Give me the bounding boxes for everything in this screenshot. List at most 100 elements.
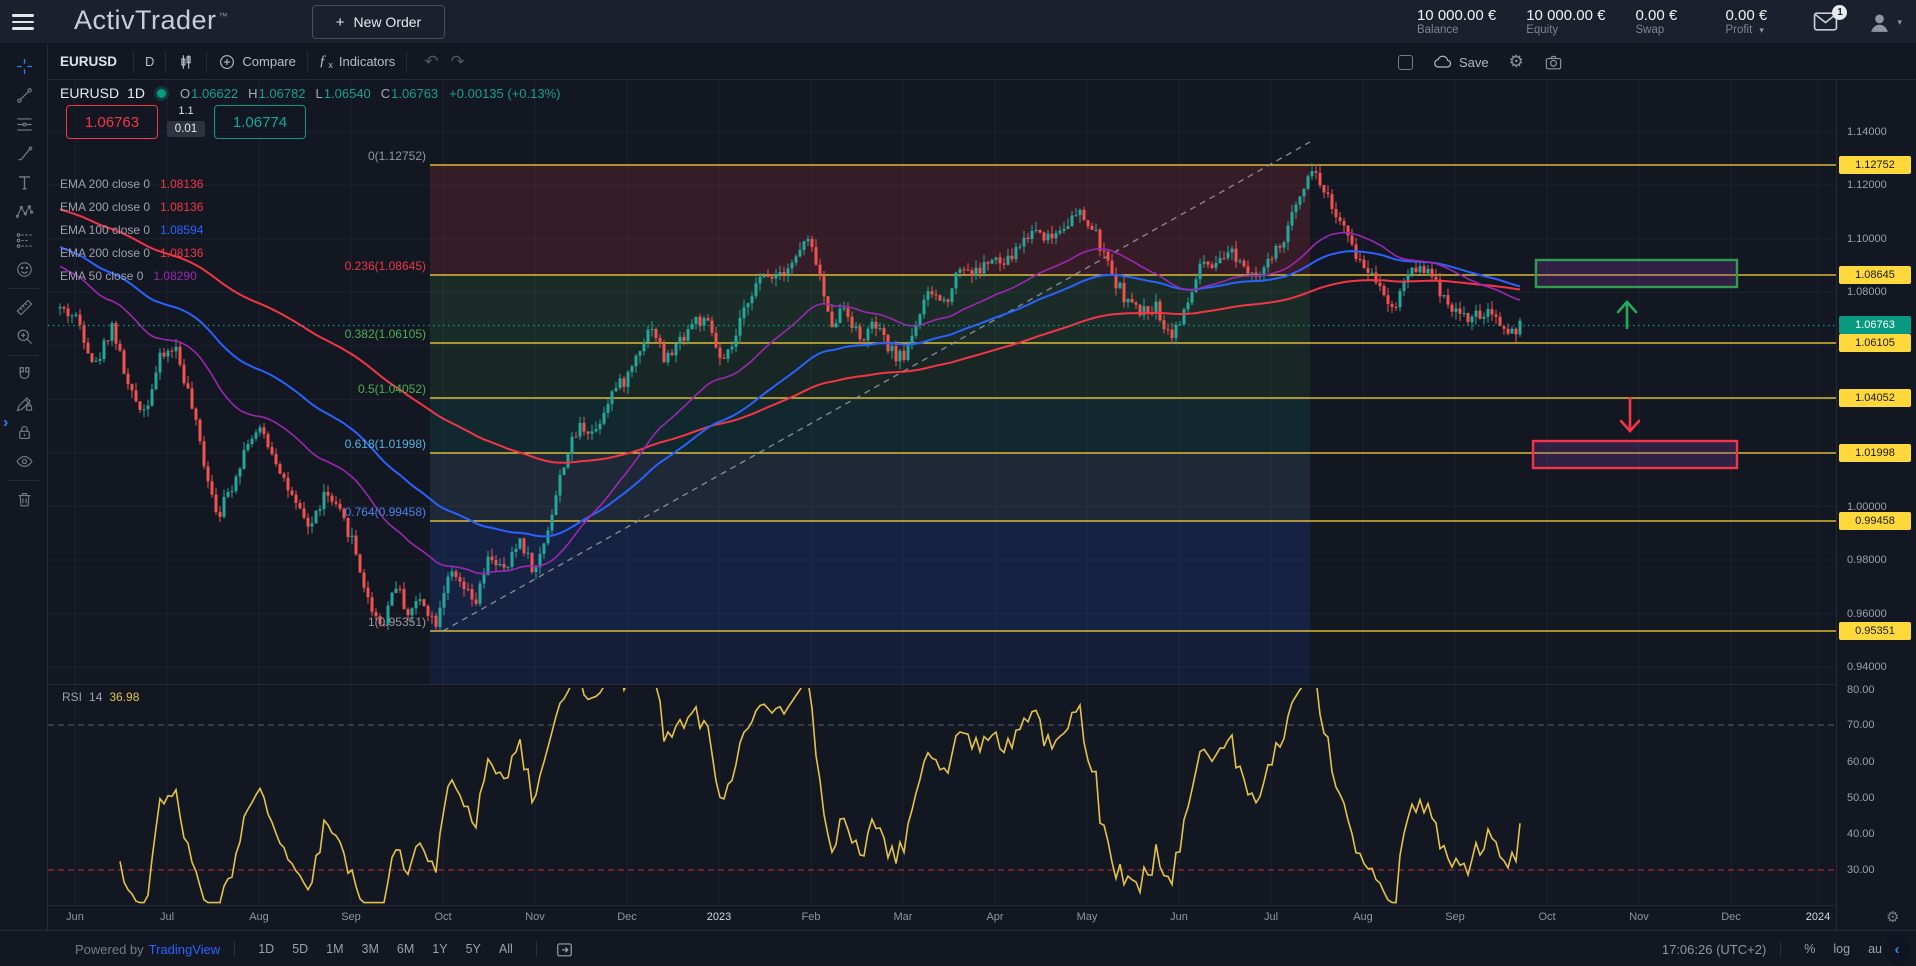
auto-scale-button[interactable]: au bbox=[1859, 942, 1884, 956]
layout-box-icon[interactable] bbox=[1398, 55, 1413, 70]
log-scale-button[interactable]: log bbox=[1824, 942, 1859, 956]
time-tick-label: Aug bbox=[1353, 911, 1373, 923]
drawing-toolbar bbox=[0, 44, 48, 930]
forecast-icon[interactable] bbox=[0, 226, 48, 255]
tradingview-link[interactable]: TradingView bbox=[149, 942, 221, 957]
time-tick-label: Jun bbox=[66, 911, 84, 923]
hide-all-icon[interactable] bbox=[0, 447, 48, 476]
time-tick-label: Apr bbox=[986, 911, 1003, 923]
price-axis[interactable]: 1.140001.120001.100001.080001.000000.980… bbox=[1836, 80, 1916, 930]
user-avatar[interactable]: ▾ bbox=[1867, 10, 1902, 35]
measure-ruler-icon[interactable] bbox=[0, 293, 48, 322]
indicator-legend-row[interactable]: EMA 100 close 01.08594 bbox=[60, 218, 203, 241]
indicator-legend-row[interactable]: EMA 200 close 01.08136 bbox=[60, 195, 203, 218]
account-profit[interactable]: 0.00 €Profit▾ bbox=[1725, 7, 1785, 37]
toolbar-divider bbox=[8, 355, 39, 356]
powered-by-label: Powered by bbox=[75, 942, 144, 957]
text-icon[interactable] bbox=[0, 168, 48, 197]
range-button-5y[interactable]: 5Y bbox=[457, 942, 490, 956]
ohlc-item: O1.06622 bbox=[180, 86, 238, 101]
rsi-legend[interactable]: RSI 14 36.98 bbox=[62, 690, 139, 704]
time-tick-label: Jul bbox=[160, 911, 174, 923]
ohlc-values: O1.06622H1.06782L1.06540C1.06763+0.00135… bbox=[180, 86, 560, 101]
account-balance: 10 000.00 €Balance bbox=[1417, 7, 1496, 37]
chart-style-button[interactable] bbox=[177, 53, 195, 71]
mail-count-badge: 1 bbox=[1832, 5, 1847, 20]
time-tick-label: Nov bbox=[525, 911, 545, 923]
fib-level-label: 0.236(1.08645) bbox=[345, 258, 426, 274]
spread-indicator: 1.1 0.01 bbox=[161, 105, 211, 137]
range-button-1m[interactable]: 1M bbox=[317, 942, 352, 956]
time-tick-label: Aug bbox=[249, 911, 269, 923]
fib-price-badge: 1.01998 bbox=[1839, 444, 1911, 462]
fib-retracement-icon[interactable] bbox=[0, 110, 48, 139]
xabcd-pattern-icon[interactable] bbox=[0, 197, 48, 226]
range-buttons: 1D5D1M3M6M1Y5YAll bbox=[249, 942, 522, 956]
top-bar: ActivTrader™ +New Order 10 000.00 €Balan… bbox=[0, 0, 1916, 44]
time-tick-label: 2024 bbox=[1806, 911, 1830, 923]
zoom-in-icon[interactable] bbox=[0, 322, 48, 351]
buy-price-button[interactable]: 1.06774 bbox=[214, 105, 306, 139]
indicator-legend: EMA 200 close 01.08136EMA 200 close 01.0… bbox=[60, 172, 203, 287]
time-tick-label: Nov bbox=[1629, 911, 1649, 923]
range-button-6m[interactable]: 6M bbox=[388, 942, 423, 956]
indicator-legend-row[interactable]: EMA 200 close 01.08136 bbox=[60, 172, 203, 195]
new-order-button[interactable]: +New Order bbox=[312, 5, 445, 39]
clock[interactable]: 17:06:26 (UTC+2) bbox=[1662, 942, 1766, 957]
sell-price-button[interactable]: 1.06763 bbox=[66, 105, 158, 139]
undo-icon[interactable]: ↶ bbox=[418, 52, 444, 72]
chart-toolbar: EURUSD D Compare ƒx Indicators ↶ ↷ Save bbox=[48, 44, 1916, 80]
brush-icon[interactable] bbox=[0, 139, 48, 168]
range-button-1y[interactable]: 1Y bbox=[423, 942, 456, 956]
fib-level-label: 0(1.12752) bbox=[368, 148, 426, 164]
toolbar-divider bbox=[8, 480, 39, 481]
indicators-button[interactable]: ƒx Indicators bbox=[319, 53, 395, 70]
time-tick-label: Sep bbox=[341, 911, 361, 923]
emoji-icon[interactable] bbox=[0, 255, 48, 284]
range-button-1d[interactable]: 1D bbox=[249, 942, 283, 956]
time-axis[interactable]: JunJulAugSepOctNovDec2023FebMarAprMayJun… bbox=[48, 905, 1836, 930]
magnet-icon[interactable] bbox=[0, 360, 48, 389]
fib-level-label: 0.5(1.04052) bbox=[358, 381, 426, 397]
time-tick-label: Sep bbox=[1445, 911, 1465, 923]
trend-line-icon[interactable] bbox=[0, 81, 48, 110]
symbol-button[interactable]: EURUSD bbox=[60, 54, 122, 69]
save-button[interactable]: Save bbox=[1433, 52, 1489, 72]
account-swap: 0.00 €Swap bbox=[1635, 7, 1695, 37]
indicator-legend-row[interactable]: EMA 50 close 01.08290 bbox=[60, 264, 203, 287]
toolbar-divider bbox=[8, 288, 39, 289]
menu-icon[interactable] bbox=[12, 14, 34, 31]
market-status-dot bbox=[157, 89, 166, 98]
chevron-down-icon: ▾ bbox=[1759, 25, 1764, 35]
ohlc-item: +0.00135 (+0.13%) bbox=[448, 86, 560, 101]
fib-price-badge: 1.04052 bbox=[1839, 389, 1911, 407]
mail-icon[interactable]: 1 bbox=[1813, 11, 1839, 33]
redo-icon[interactable]: ↷ bbox=[444, 52, 470, 72]
price-tick-label: 0.96000 bbox=[1847, 608, 1887, 620]
fib-price-badge: 0.99458 bbox=[1839, 512, 1911, 530]
ohlc-item: L1.06540 bbox=[316, 86, 371, 101]
percent-scale-button[interactable]: % bbox=[1795, 942, 1824, 956]
price-chart[interactable] bbox=[0, 0, 1916, 966]
range-button-3m[interactable]: 3M bbox=[353, 942, 388, 956]
screenshot-camera-icon[interactable] bbox=[1544, 53, 1563, 72]
axis-settings-gear-icon[interactable]: ⚙ bbox=[1886, 908, 1899, 926]
app-logo: ActivTrader™ bbox=[74, 5, 228, 36]
crosshair-icon[interactable] bbox=[0, 52, 48, 81]
panel-expand-chevron-icon[interactable]: › bbox=[0, 412, 11, 434]
price-tick-label: 1.08000 bbox=[1847, 286, 1887, 298]
fib-level-label: 0.764(0.99458) bbox=[345, 504, 426, 520]
chart-legend[interactable]: EURUSD 1D O1.06622H1.06782L1.06540C1.067… bbox=[60, 85, 560, 101]
activtrader-app: ActivTrader™ +New Order 10 000.00 €Balan… bbox=[0, 0, 1916, 966]
price-tick-label: 0.94000 bbox=[1847, 661, 1887, 673]
compare-button[interactable]: Compare bbox=[218, 53, 295, 71]
collapse-chevron-icon[interactable]: ‹ bbox=[1884, 936, 1910, 962]
range-button-5d[interactable]: 5D bbox=[283, 942, 317, 956]
range-button-all[interactable]: All bbox=[490, 942, 522, 956]
go-to-date-icon[interactable] bbox=[555, 940, 574, 959]
settings-gear-icon[interactable]: ⚙ bbox=[1509, 52, 1524, 72]
account-summary: 10 000.00 €Balance10 000.00 €Equity0.00 … bbox=[1417, 7, 1786, 37]
indicator-legend-row[interactable]: EMA 200 close 01.08136 bbox=[60, 241, 203, 264]
remove-all-icon[interactable] bbox=[0, 485, 48, 514]
interval-button[interactable]: D bbox=[145, 54, 154, 69]
